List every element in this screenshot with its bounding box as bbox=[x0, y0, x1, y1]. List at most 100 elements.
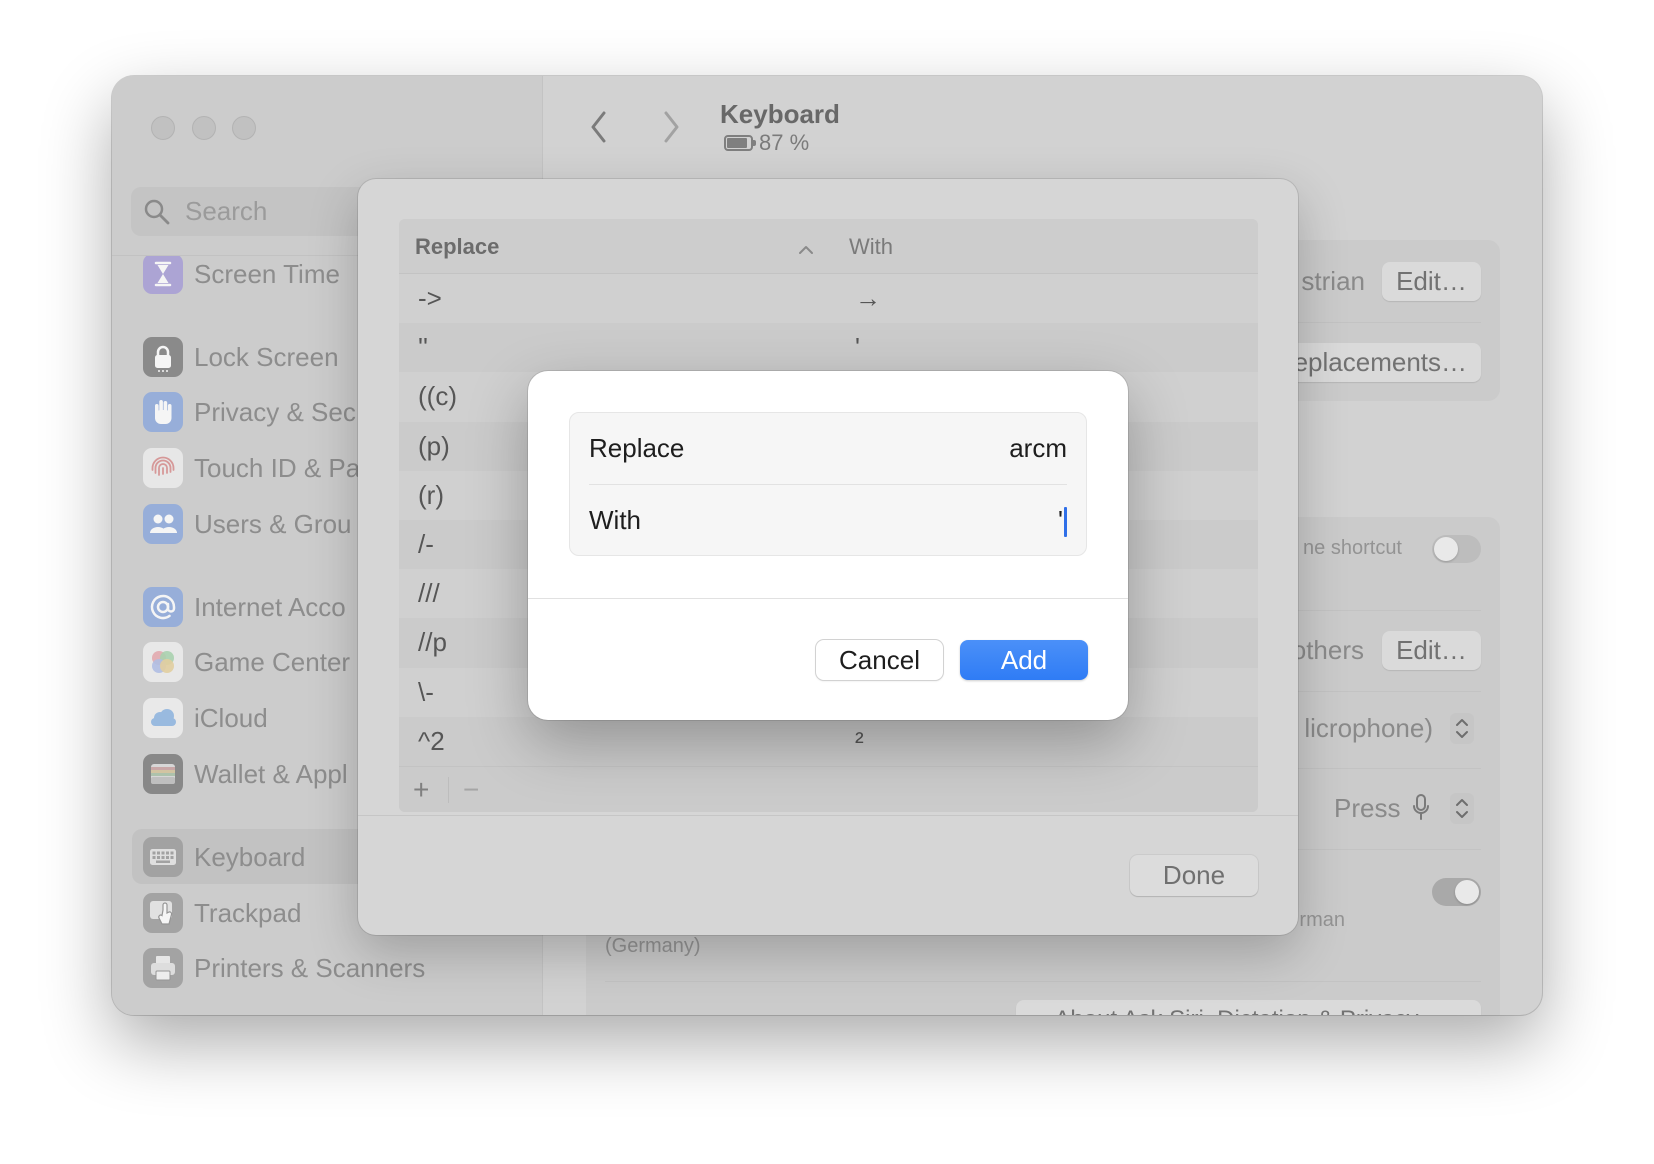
sidebar-item-printers-scanners[interactable]: Printers & Scanners bbox=[132, 944, 532, 992]
battery-percentage: 87 % bbox=[759, 130, 810, 155]
dictation-shortcut-stepper[interactable] bbox=[1450, 793, 1474, 824]
add-button[interactable]: Add bbox=[960, 640, 1088, 680]
footer-divider bbox=[448, 777, 449, 803]
sort-ascending-icon[interactable] bbox=[798, 242, 814, 260]
chevron-left-icon bbox=[591, 111, 606, 143]
sheet-divider bbox=[358, 815, 1298, 816]
search-icon bbox=[143, 198, 170, 225]
with-field-input[interactable]: ' bbox=[1058, 485, 1067, 556]
replace-cell: -> bbox=[418, 283, 442, 313]
wallet-icon bbox=[143, 754, 183, 794]
replace-field-label: Replace bbox=[589, 433, 685, 463]
microphone-source-value: licrophone) bbox=[1304, 713, 1433, 743]
replacement-fields: Replace arcm With ' bbox=[569, 412, 1087, 556]
toggle-knob bbox=[1455, 880, 1479, 904]
table-row[interactable]: -> → bbox=[399, 274, 1258, 324]
with-field-value: ' bbox=[1058, 505, 1063, 535]
replace-cell: /// bbox=[418, 578, 440, 609]
about-siri-dictation-privacy-button[interactable]: About Ask Siri, Dictation & Privacy… bbox=[1016, 1000, 1481, 1015]
sidebar-item-label: iCloud bbox=[194, 703, 268, 733]
with-cell: ² bbox=[855, 725, 864, 756]
users-icon bbox=[143, 504, 183, 544]
replace-cell: '' bbox=[418, 332, 428, 363]
trackpad-icon bbox=[143, 893, 183, 933]
sidebar-item-label: Privacy & Sec bbox=[194, 397, 356, 427]
sidebar-item-label: Lock Screen bbox=[194, 342, 339, 372]
replace-cell: //p bbox=[418, 627, 447, 658]
game-center-icon bbox=[143, 642, 183, 682]
with-field-row[interactable]: With ' bbox=[570, 485, 1086, 556]
column-header-replace[interactable]: Replace bbox=[415, 219, 499, 274]
dictation-language-toggle[interactable] bbox=[1432, 878, 1481, 906]
forward-button[interactable] bbox=[661, 110, 681, 149]
replace-cell: \- bbox=[418, 676, 434, 707]
back-button[interactable] bbox=[589, 110, 609, 149]
toggle-knob bbox=[1434, 537, 1458, 561]
search-placeholder: Search bbox=[185, 196, 268, 226]
sidebar-item-label: Internet Acco bbox=[194, 592, 346, 622]
add-replacement-dialog: Replace arcm With ' Cancel Add bbox=[528, 371, 1128, 720]
group-divider bbox=[1298, 849, 1481, 850]
page-title: Keyboard bbox=[720, 99, 840, 129]
zoom-button[interactable] bbox=[232, 116, 256, 140]
with-cell: ' bbox=[855, 332, 860, 363]
close-button[interactable] bbox=[151, 116, 175, 140]
sidebar-item-label: Keyboard bbox=[194, 842, 306, 872]
replace-field-row[interactable]: Replace arcm bbox=[570, 413, 1086, 484]
remove-row-button[interactable]: − bbox=[463, 767, 479, 812]
fingerprint-icon bbox=[143, 448, 183, 488]
shortcut-description: ne shortcut bbox=[1303, 537, 1402, 559]
lock-icon bbox=[143, 337, 183, 377]
done-button[interactable]: Done bbox=[1130, 855, 1258, 896]
language-label: rman bbox=[1299, 909, 1345, 931]
group-divider bbox=[605, 981, 1481, 982]
sidebar-item-label: Game Center bbox=[194, 647, 351, 677]
table-row[interactable]: '' ' bbox=[399, 323, 1258, 373]
replace-cell: (p) bbox=[418, 430, 450, 461]
add-row-button[interactable]: + bbox=[413, 767, 429, 812]
chevron-up-down-icon bbox=[1450, 793, 1474, 824]
table-row[interactable]: ^2 ² bbox=[399, 716, 1258, 766]
replace-cell: (r) bbox=[418, 479, 444, 510]
sidebar-item-label: Wallet & Appl bbox=[194, 759, 348, 789]
group-divider bbox=[1298, 691, 1481, 692]
dictation-shortcut-value: Press bbox=[1334, 793, 1401, 823]
language-region-label: (Germany) bbox=[605, 935, 701, 957]
hourglass-icon bbox=[143, 256, 183, 294]
dialog-divider bbox=[528, 598, 1128, 599]
sidebar-item-label: Screen Time bbox=[194, 259, 340, 289]
edit-others-button[interactable]: Edit… bbox=[1382, 631, 1481, 670]
with-field-label: With bbox=[589, 505, 641, 535]
group-divider bbox=[1298, 322, 1481, 323]
cancel-button[interactable]: Cancel bbox=[816, 640, 943, 680]
printer-icon bbox=[143, 948, 183, 988]
group-divider bbox=[1298, 768, 1481, 769]
replace-cell: ((c) bbox=[418, 381, 457, 412]
replace-cell: /- bbox=[418, 529, 434, 559]
chevron-up-down-icon bbox=[1450, 713, 1474, 744]
battery-icon bbox=[724, 135, 753, 151]
cloud-icon bbox=[143, 698, 183, 738]
with-cell: → bbox=[855, 283, 881, 313]
minimize-button[interactable] bbox=[192, 116, 216, 140]
sidebar-item-label: Trackpad bbox=[194, 898, 302, 928]
hand-icon bbox=[143, 392, 183, 432]
microphone-source-stepper[interactable] bbox=[1450, 713, 1474, 744]
input-source-label: strian bbox=[1301, 266, 1365, 296]
replace-cell: ^2 bbox=[418, 725, 445, 756]
chevron-right-icon bbox=[664, 111, 679, 143]
sidebar-item-label: Users & Grou bbox=[194, 509, 352, 539]
at-icon bbox=[143, 587, 183, 627]
group-divider bbox=[1298, 610, 1481, 611]
edit-input-sources-button[interactable]: Edit… bbox=[1382, 262, 1481, 301]
table-header: Replace With bbox=[399, 219, 1258, 274]
microphone-icon bbox=[1411, 793, 1431, 828]
others-label: others bbox=[1291, 635, 1364, 665]
shortcut-toggle[interactable] bbox=[1432, 535, 1481, 563]
column-header-with[interactable]: With bbox=[849, 219, 893, 274]
table-footer: + − bbox=[399, 766, 1258, 812]
battery-nub bbox=[753, 140, 756, 146]
battery-level-fill bbox=[727, 138, 747, 148]
replace-field-input[interactable]: arcm bbox=[1009, 413, 1067, 484]
keyboard-icon bbox=[143, 837, 183, 877]
